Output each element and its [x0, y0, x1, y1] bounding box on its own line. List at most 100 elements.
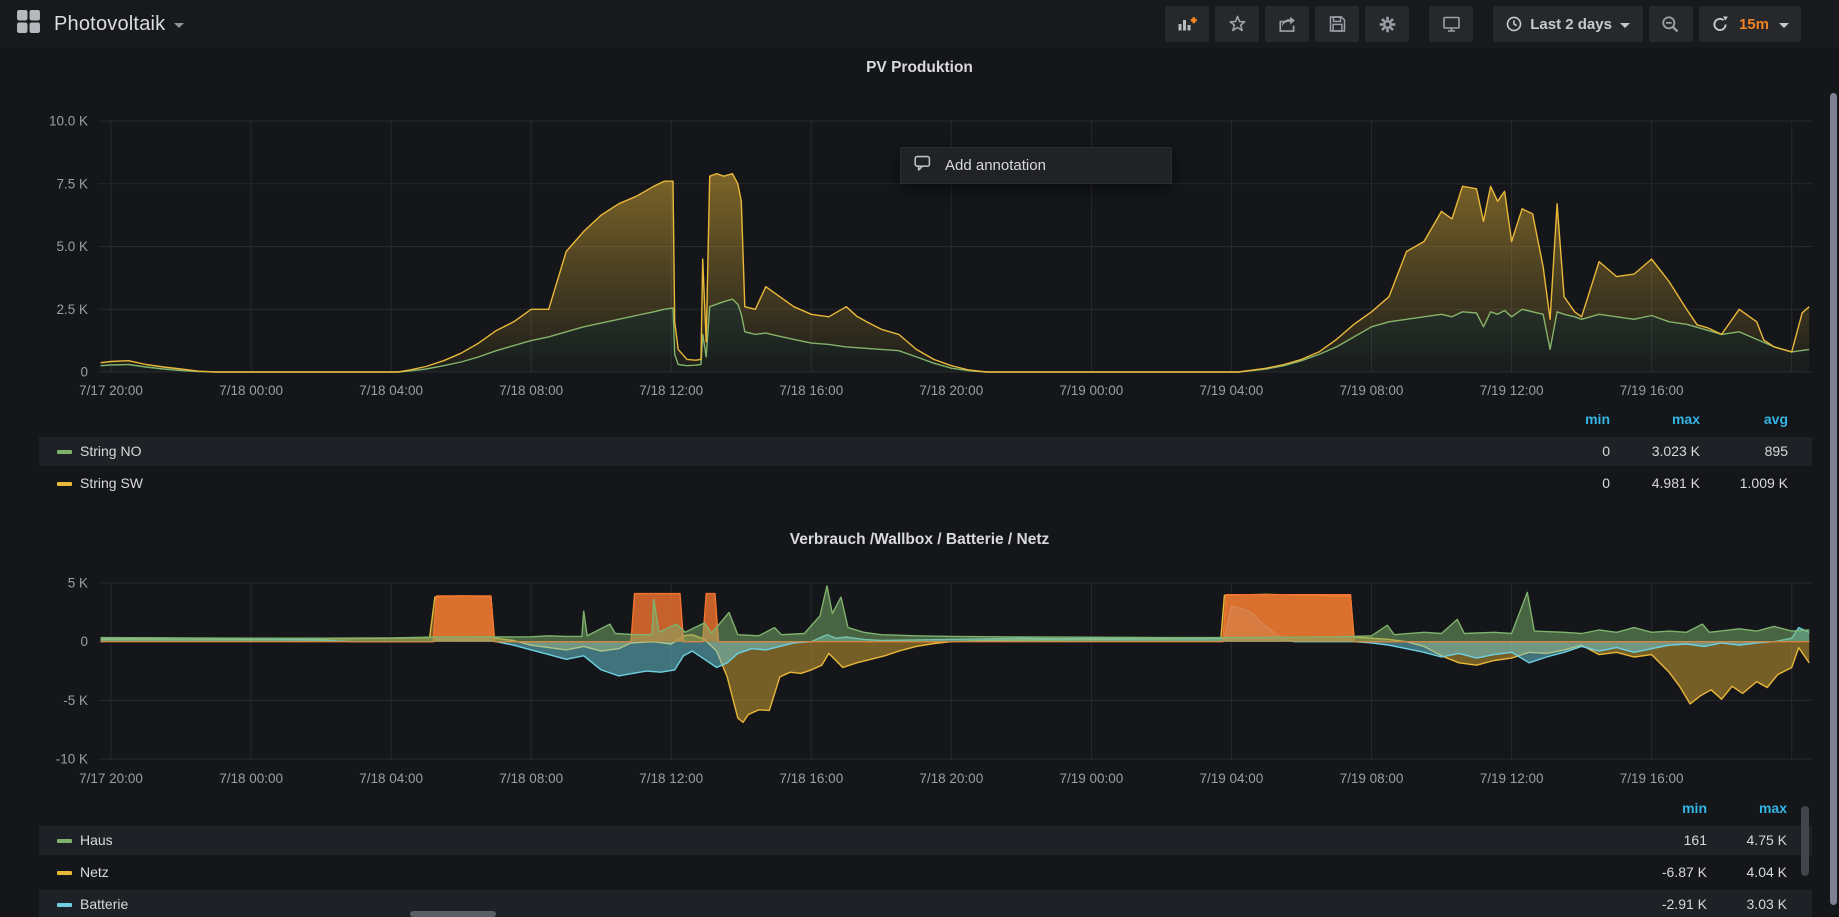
- chevron-down-icon: [174, 23, 184, 28]
- legend-value-max: 4.75 K: [1705, 826, 1787, 855]
- settings-button[interactable]: [1365, 6, 1409, 42]
- svg-text:7/18 20:00: 7/18 20:00: [919, 771, 983, 786]
- svg-text:7/18 16:00: 7/18 16:00: [779, 383, 843, 398]
- refresh-control[interactable]: 15m: [1699, 6, 1801, 42]
- legend-sort-min[interactable]: min: [1625, 800, 1707, 816]
- legend-sort-min[interactable]: min: [1530, 411, 1610, 427]
- zoom-out-icon: [1661, 15, 1680, 34]
- svg-text:-10 K: -10 K: [56, 752, 88, 767]
- svg-text:7/18 20:00: 7/18 20:00: [919, 383, 983, 398]
- series-color-swatch[interactable]: [57, 871, 72, 875]
- vertical-scrollbar[interactable]: [1830, 93, 1837, 905]
- svg-text:7/18 12:00: 7/18 12:00: [639, 771, 703, 786]
- svg-text:7/17 20:00: 7/17 20:00: [79, 383, 143, 398]
- legend-row-string-sw: String SW 0 4.981 K1.009 K: [39, 469, 1812, 498]
- svg-text:7/18 04:00: 7/18 04:00: [359, 771, 423, 786]
- legend-sort-max[interactable]: max: [1618, 411, 1700, 427]
- share-button[interactable]: [1265, 6, 1309, 42]
- refresh-interval-label: 15m: [1739, 16, 1769, 33]
- legend-series-label[interactable]: Batterie: [80, 890, 128, 917]
- legend-row-string-no: String NO 0 3.023 K895: [39, 437, 1812, 466]
- time-range-label: Last 2 days: [1530, 16, 1612, 33]
- svg-text:7/19 04:00: 7/19 04:00: [1199, 771, 1263, 786]
- legend-series-label[interactable]: Netz: [80, 858, 109, 887]
- add-panel-icon: [1177, 15, 1198, 33]
- svg-text:5.0 K: 5.0 K: [56, 239, 88, 254]
- svg-text:-5 K: -5 K: [63, 693, 88, 708]
- gear-icon: [1378, 15, 1397, 34]
- svg-text:7/18 08:00: 7/18 08:00: [499, 771, 563, 786]
- svg-text:7/19 00:00: 7/19 00:00: [1059, 771, 1123, 786]
- legend-series-label[interactable]: String NO: [80, 437, 141, 466]
- legend-sort-max[interactable]: max: [1705, 800, 1787, 816]
- dashboard-title-button[interactable]: Photovoltaik: [54, 13, 184, 36]
- time-range-picker[interactable]: Last 2 days: [1493, 6, 1643, 42]
- legend-value-min: -6.87 K: [1625, 858, 1707, 887]
- navbar: Photovoltaik: [0, 0, 1839, 48]
- chevron-down-icon: [1779, 23, 1789, 28]
- svg-text:7/18 12:00: 7/18 12:00: [639, 383, 703, 398]
- monitor-icon: [1442, 15, 1461, 33]
- legend-row-batterie: Batterie -2.91 K3.03 K: [39, 890, 1812, 917]
- svg-text:2.5 K: 2.5 K: [56, 302, 88, 317]
- add-annotation-label: Add annotation: [945, 157, 1046, 174]
- comment-icon: [914, 155, 932, 176]
- add-annotation-menu-item[interactable]: Add annotation: [900, 147, 1172, 184]
- horizontal-scrollbar[interactable]: [410, 911, 496, 917]
- legend-row-netz: Netz -6.87 K4.04 K: [39, 858, 1812, 887]
- svg-text:10.0 K: 10.0 K: [49, 114, 88, 129]
- plot-area-pv-produktion[interactable]: [98, 103, 1812, 373]
- svg-text:7/19 04:00: 7/19 04:00: [1199, 383, 1263, 398]
- save-button[interactable]: [1315, 6, 1359, 42]
- legend-value-min: 161: [1625, 826, 1707, 855]
- legend-value-max: 4.04 K: [1705, 858, 1787, 887]
- legend-series-label[interactable]: Haus: [80, 826, 113, 855]
- star-button[interactable]: [1215, 6, 1259, 42]
- svg-text:7/18 00:00: 7/18 00:00: [219, 771, 283, 786]
- legend-value-min: 0: [1530, 437, 1610, 466]
- series-color-swatch[interactable]: [57, 839, 72, 843]
- svg-text:7/18 16:00: 7/18 16:00: [779, 771, 843, 786]
- tv-mode-button[interactable]: [1429, 6, 1473, 42]
- dashboard-grid-icon[interactable]: [16, 9, 41, 39]
- svg-text:7/19 12:00: 7/19 12:00: [1480, 771, 1544, 786]
- add-panel-button[interactable]: [1165, 6, 1209, 42]
- save-icon: [1328, 15, 1347, 33]
- legend-series-label[interactable]: String SW: [80, 469, 143, 498]
- svg-text:7/19 12:00: 7/19 12:00: [1480, 383, 1544, 398]
- panel-title-verbrauch[interactable]: Verbrauch /Wallbox / Batterie / Netz: [0, 531, 1839, 549]
- plot-area-verbrauch-wallbox-batterie-netz[interactable]: [98, 565, 1812, 761]
- legend-value-min: -2.91 K: [1625, 890, 1707, 917]
- legend-value-avg: 895: [1706, 437, 1788, 466]
- legend-value-max: 3.03 K: [1705, 890, 1787, 917]
- series-color-swatch[interactable]: [57, 450, 72, 454]
- share-icon: [1278, 15, 1297, 33]
- series-color-swatch[interactable]: [57, 903, 72, 907]
- svg-text:7/19 16:00: 7/19 16:00: [1620, 383, 1684, 398]
- clock-icon: [1506, 16, 1522, 32]
- svg-text:7/17 20:00: 7/17 20:00: [79, 771, 143, 786]
- legend-value-avg: 1.009 K: [1706, 469, 1788, 498]
- svg-text:0: 0: [80, 634, 88, 649]
- svg-text:7/19 00:00: 7/19 00:00: [1059, 383, 1123, 398]
- zoom-out-button[interactable]: [1649, 6, 1693, 42]
- svg-text:7/19 08:00: 7/19 08:00: [1340, 383, 1404, 398]
- refresh-icon: [1711, 15, 1729, 33]
- svg-text:5 K: 5 K: [68, 576, 88, 591]
- series-color-swatch[interactable]: [57, 482, 72, 486]
- legend-scrollbar[interactable]: [1801, 806, 1809, 876]
- legend-value-min: 0: [1530, 469, 1610, 498]
- svg-text:7/19 16:00: 7/19 16:00: [1620, 771, 1684, 786]
- svg-text:7/18 00:00: 7/18 00:00: [219, 383, 283, 398]
- svg-text:7/18 04:00: 7/18 04:00: [359, 383, 423, 398]
- chevron-down-icon: [1620, 23, 1630, 28]
- legend-value-max: 3.023 K: [1618, 437, 1700, 466]
- svg-text:7/18 08:00: 7/18 08:00: [499, 383, 563, 398]
- grafana-dashboard: 10.0 K7.5 K5.0 K2.5 K07/17 20:007/18 00:…: [0, 0, 1839, 917]
- svg-text:7/19 08:00: 7/19 08:00: [1340, 771, 1404, 786]
- legend-value-max: 4.981 K: [1618, 469, 1700, 498]
- star-icon: [1228, 15, 1247, 33]
- panel-title-pv-produktion[interactable]: PV Produktion: [0, 59, 1839, 77]
- legend-sort-avg[interactable]: avg: [1706, 411, 1788, 427]
- legend-row-haus: Haus 1614.75 K: [39, 826, 1812, 855]
